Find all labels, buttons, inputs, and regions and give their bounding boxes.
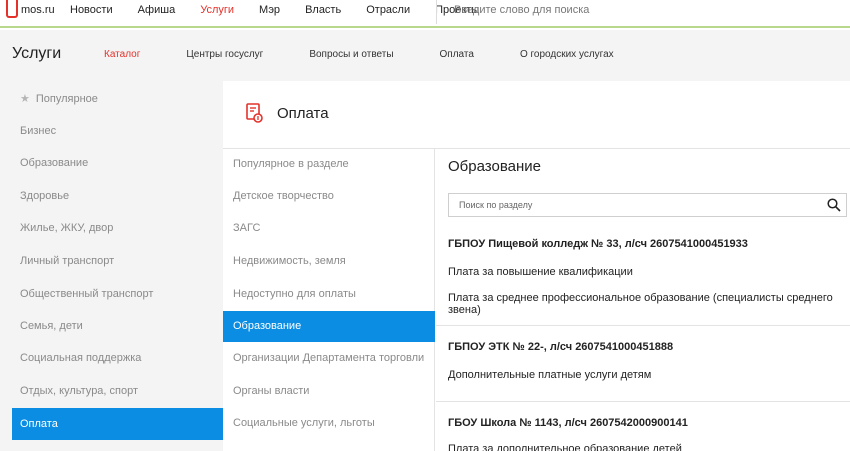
- subcategory-education[interactable]: Образование: [223, 311, 435, 342]
- top-nav-menu: Новости Афиша Услуги Мэр Власть Отрасли …: [58, 0, 492, 24]
- section-nav-catalog[interactable]: Каталог: [104, 49, 140, 60]
- service-link[interactable]: Плата за дополнительное образование дете…: [448, 443, 682, 451]
- payment-header: Оплата: [223, 81, 850, 149]
- education-content: Образование ГБПОУ Пищевой колледж № 33, …: [436, 149, 850, 451]
- sidebar-item-personal-transport[interactable]: Личный транспорт: [12, 245, 223, 277]
- section-search-box: [448, 193, 847, 217]
- sidebar-item-education[interactable]: Образование: [12, 147, 223, 179]
- content-title: Образование: [448, 158, 541, 175]
- subcategory-social-services[interactable]: Социальные услуги, льготы: [223, 408, 435, 439]
- org-title[interactable]: ГБПОУ ЭТК № 22-, л/сч 2607541000451888: [448, 341, 673, 353]
- mos-ru-logo[interactable]: mos.ru: [6, 0, 55, 24]
- top-nav-news[interactable]: Новости: [70, 0, 113, 24]
- payment-title: Оплата: [277, 105, 329, 122]
- sidebar-item-business[interactable]: Бизнес: [12, 115, 223, 147]
- org-divider: [436, 401, 850, 402]
- service-link[interactable]: Плата за повышение квалификации: [448, 266, 633, 278]
- subcategory-kids-creativity[interactable]: Детское творчество: [223, 181, 435, 212]
- top-nav-divider: [436, 0, 437, 24]
- section-nav-about-services[interactable]: О городских услугах: [520, 49, 614, 60]
- sidebar-item-leisure[interactable]: Отдых, культура, спорт: [12, 375, 223, 407]
- sidebar-item-health[interactable]: Здоровье: [12, 180, 223, 212]
- section-nav-service-centers[interactable]: Центры госуслуг: [186, 49, 263, 60]
- star-icon: ★: [20, 93, 30, 105]
- logo-text: mos.ru: [21, 4, 55, 16]
- org-divider: [436, 325, 850, 326]
- sidebar-item-housing[interactable]: Жилье, ЖКУ, двор: [12, 212, 223, 244]
- mos-ru-logo-icon: [6, 0, 18, 18]
- sidebar-item-payment[interactable]: Оплата: [12, 408, 223, 440]
- payment-icon: [246, 103, 263, 123]
- top-nav-services[interactable]: Услуги: [200, 0, 234, 24]
- org-title[interactable]: ГБПОУ Пищевой колледж № 33, л/сч 2607541…: [448, 238, 748, 250]
- org-title[interactable]: ГБОУ Школа № 1143, л/сч 2607542000900141: [448, 417, 688, 429]
- subcategory-unavailable[interactable]: Недоступно для оплаты: [223, 279, 435, 310]
- sidebar-item-public-transport[interactable]: Общественный транспорт: [12, 278, 223, 310]
- subcategory-zags[interactable]: ЗАГС: [223, 213, 435, 244]
- subcategory-trade-department[interactable]: Организации Департамента торговли: [223, 343, 435, 374]
- sidebar-item-family[interactable]: Семья, дети: [12, 310, 223, 342]
- category-sidebar: ★ Популярное Бизнес Образование Здоровье …: [0, 81, 223, 451]
- subcategory-popular[interactable]: Популярное в разделе: [223, 149, 435, 180]
- sidebar-item-popular[interactable]: ★ Популярное: [12, 83, 223, 115]
- search-icon[interactable]: [827, 198, 841, 212]
- section-nav-faq[interactable]: Вопросы и ответы: [309, 49, 393, 60]
- subcategory-real-estate[interactable]: Недвижимость, земля: [223, 246, 435, 277]
- payment-subcategory-list: Популярное в разделе Детское творчество …: [223, 149, 435, 451]
- sidebar-item-label: Популярное: [35, 93, 98, 105]
- service-link[interactable]: Плата за среднее профессиональное образо…: [448, 292, 850, 316]
- section-nav-payment[interactable]: Оплата: [440, 49, 474, 60]
- site-search-input[interactable]: [454, 4, 754, 16]
- top-navigation-bar: mos.ru Новости Афиша Услуги Мэр Власть О…: [0, 0, 850, 28]
- section-search-input[interactable]: [449, 194, 809, 216]
- top-nav-industries[interactable]: Отрасли: [366, 0, 410, 24]
- section-header: Услуги Каталог Центры госуслуг Вопросы и…: [0, 30, 850, 81]
- top-nav-government[interactable]: Власть: [305, 0, 341, 24]
- section-title: Услуги: [12, 45, 62, 62]
- section-nav: Каталог Центры госуслуг Вопросы и ответы…: [92, 49, 648, 60]
- sidebar-item-social-support[interactable]: Социальная поддержка: [12, 342, 223, 374]
- top-nav-mayor[interactable]: Мэр: [259, 0, 280, 24]
- subcategory-authorities[interactable]: Органы власти: [223, 376, 435, 407]
- service-link[interactable]: Дополнительные платные услуги детям: [448, 369, 651, 381]
- top-nav-afisha[interactable]: Афиша: [138, 0, 176, 24]
